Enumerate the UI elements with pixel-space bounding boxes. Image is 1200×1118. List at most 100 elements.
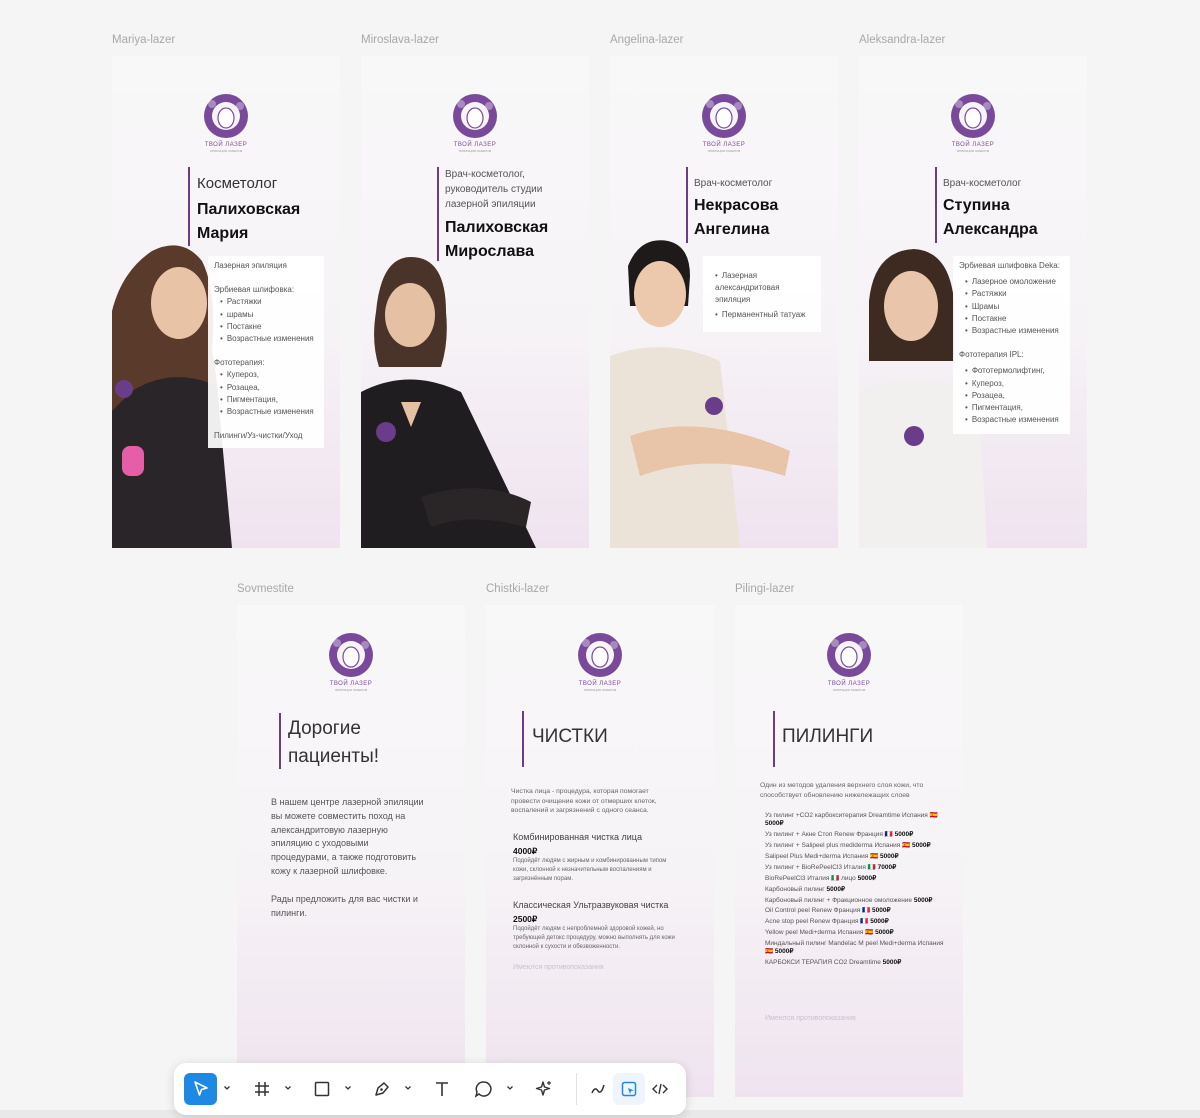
frame-aleksandra[interactable]: ТВОЙ ЛАЗЕР ЭПИЛЯЦИЯ ЛАЗЕРОМ Врач-космето…: [859, 56, 1087, 548]
accent-line: [279, 713, 281, 769]
intro-paragraph: В нашем центре лазерной эпиляции вы може…: [271, 797, 424, 876]
person-firstname: Александра: [943, 221, 1038, 238]
dev-mode[interactable]: [645, 1073, 675, 1105]
logo-name: ТВОЙ ЛАЗЕР: [329, 681, 373, 687]
chevron-down-icon[interactable]: [344, 1084, 352, 1092]
service-heading: Эрбиевая шлифовка Deka:: [959, 261, 1060, 270]
cursor-icon: [193, 1081, 208, 1096]
list-item: Yellow peel Medi+derma Испания 🇪🇸 5000₽: [765, 929, 894, 937]
service-heading: Фототерапия:: [214, 358, 265, 368]
frame-label-miroslava[interactable]: Miroslava-lazer: [361, 34, 439, 46]
chevron-down-icon[interactable]: [506, 1084, 514, 1092]
comment-tool[interactable]: [469, 1073, 499, 1105]
toolbar-divider: [576, 1073, 577, 1105]
list-item: Купероз,: [965, 378, 1064, 390]
design-mode[interactable]: [613, 1073, 645, 1105]
list-item: Лазерная александритовая эпиляция: [715, 270, 815, 307]
list-item: Возрастные изменения: [220, 406, 318, 418]
role-title: Врач-косметолог: [943, 178, 1022, 189]
accent-line: [686, 167, 688, 243]
move-tool[interactable]: [184, 1073, 217, 1105]
list-item: Возрастные изменения: [220, 333, 318, 345]
role-line-2: руководитель студии: [445, 184, 543, 195]
frame-mariya[interactable]: ТВОЙ ЛАЗЕР ЭПИЛЯЦИЯ ЛАЗЕРОМ Косметолог П…: [112, 56, 340, 548]
sparkle-icon: [535, 1081, 551, 1096]
rectangle-icon: [314, 1081, 330, 1097]
chevron-down-icon[interactable]: [223, 1084, 231, 1092]
design-icon: [621, 1081, 637, 1097]
bottom-toolbar: [174, 1063, 686, 1115]
logo-icon: [204, 94, 248, 138]
intro-paragraph: Чистка лица - процедура, которая помогае…: [511, 788, 657, 814]
person-surname: Ступина: [943, 197, 1010, 214]
shape-tool[interactable]: [307, 1073, 337, 1105]
list-item: Пигментация,: [965, 402, 1064, 414]
doctor-photo: [361, 257, 536, 548]
service-title: Классическая Ультразвуковая чистка: [513, 900, 669, 910]
accent-line: [188, 167, 190, 246]
service-heading: Эрбиевая шлифовка:: [214, 285, 295, 295]
frame-chistki[interactable]: ТВОЙ ЛАЗЕР ЭПИЛЯЦИЯ ЛАЗЕРОМ ЧИСТКИ Чистк…: [486, 605, 714, 1097]
logo-name: ТВОЙ ЛАЗЕР: [827, 681, 871, 687]
accent-line: [935, 167, 937, 243]
list-item: Растяжки: [965, 288, 1064, 300]
logo-subtitle: ЭПИЛЯЦИЯ ЛАЗЕРОМ: [832, 688, 866, 692]
list-item: Уз пилинг +CO2 карбокситерапия Dreamtime…: [765, 812, 938, 828]
list-item: Возрастные изменения: [965, 414, 1064, 426]
list-item: Карбоновый пилинг + Фракционное омоложен…: [765, 896, 933, 904]
draw-mode[interactable]: [583, 1073, 613, 1105]
logo-icon: [951, 94, 995, 138]
brand-logo: ТВОЙ ЛАЗЕР ЭПИЛЯЦИЯ ЛАЗЕРОМ: [325, 631, 377, 693]
logo-subtitle: ЭПИЛЯЦИЯ ЛАЗЕРОМ: [707, 149, 741, 153]
logo-icon: [329, 633, 373, 677]
list-item: Розацеа,: [220, 382, 318, 394]
frame-tool[interactable]: [247, 1073, 277, 1105]
list-item: Миндальный пилинг Mandelac M peel Medi+d…: [765, 940, 944, 956]
frame-label-sovmestite[interactable]: Sovmestite: [237, 583, 294, 595]
logo-name: ТВОЙ ЛАЗЕР: [702, 142, 746, 148]
frame-label-mariya[interactable]: Mariya-lazer: [112, 34, 175, 46]
brand-logo: ТВОЙ ЛАЗЕР ЭПИЛЯЦИЯ ЛАЗЕРОМ: [947, 92, 999, 154]
list-item: Уз пилинг + Salipeel plus mediderma Испа…: [765, 842, 931, 850]
contraindications-note: Имеются противопоказания: [765, 1015, 856, 1022]
list-item: шрамы: [220, 309, 318, 321]
logo-subtitle: ЭПИЛЯЦИЯ ЛАЗЕРОМ: [334, 688, 368, 692]
page-title-line-2: пациенты!: [288, 746, 380, 767]
frame-label-pilingi[interactable]: Pilingi-lazer: [735, 583, 794, 595]
actions-tool[interactable]: [529, 1073, 559, 1105]
services-card: Лазерная эпиляция Эрбиевая шлифовка: Рас…: [208, 256, 324, 448]
list-item: Acne stop peel Renew Франция 🇫🇷 5000₽: [765, 918, 889, 926]
page-title-line-1: Дорогие: [288, 718, 361, 739]
service-title: Комбинированная чистка лица: [513, 832, 642, 842]
intro-paragraph: Один из методов удаления верхнего слоя к…: [760, 782, 924, 799]
list-item: Salipeel Plus Medi+derma Испания 🇪🇸 5000…: [765, 852, 899, 860]
logo-icon: [453, 94, 497, 138]
frame-label-aleksandra[interactable]: Aleksandra-lazer: [859, 34, 945, 46]
code-icon: [652, 1083, 668, 1095]
role-line-1: Врач-косметолог,: [445, 169, 525, 180]
pen-tool[interactable]: [367, 1073, 397, 1105]
text-tool[interactable]: [427, 1073, 457, 1105]
frame-angelina[interactable]: ТВОЙ ЛАЗЕР ЭПИЛЯЦИЯ ЛАЗЕРОМ Врач-космето…: [610, 56, 838, 548]
frame-sovmestite[interactable]: ТВОЙ ЛАЗЕР ЭПИЛЯЦИЯ ЛАЗЕРОМ Дорогие паци…: [237, 605, 465, 1097]
list-item: Постакне: [220, 321, 318, 333]
page-title: ЧИСТКИ: [532, 726, 608, 747]
logo-name: ТВОЙ ЛАЗЕР: [204, 142, 248, 148]
frame-label-angelina[interactable]: Angelina-lazer: [610, 34, 684, 46]
logo-name: ТВОЙ ЛАЗЕР: [578, 681, 622, 687]
frame-label-chistki[interactable]: Chistki-lazer: [486, 583, 549, 595]
brand-logo: ТВОЙ ЛАЗЕР ЭПИЛЯЦИЯ ЛАЗЕРОМ: [823, 631, 875, 693]
draw-icon: [591, 1084, 605, 1094]
brand-logo: ТВОЙ ЛАЗЕР ЭПИЛЯЦИЯ ЛАЗЕРОМ: [200, 92, 252, 154]
pen-icon: [375, 1082, 389, 1096]
offer-paragraph: Рады предложить для вас чистки и пилинги…: [271, 894, 418, 918]
list-item: Фототермолифтинг,: [965, 365, 1064, 377]
chevron-down-icon[interactable]: [404, 1084, 412, 1092]
accent-line: [522, 711, 524, 767]
list-item: Возрастные изменения: [965, 325, 1064, 337]
frame-pilingi[interactable]: ТВОЙ ЛАЗЕР ЭПИЛЯЦИЯ ЛАЗЕРОМ ПИЛИНГИ Один…: [735, 605, 963, 1097]
chevron-down-icon[interactable]: [284, 1084, 292, 1092]
peel-price-list: Уз пилинг +CO2 карбокситерапия Dreamtime…: [765, 812, 945, 970]
list-item: Уз пилинг + BioRePeelCl3 Италия 🇮🇹 7000₽: [765, 863, 897, 871]
frame-miroslava[interactable]: ТВОЙ ЛАЗЕР ЭПИЛЯЦИЯ ЛАЗЕРОМ Врач-космето…: [361, 56, 589, 548]
